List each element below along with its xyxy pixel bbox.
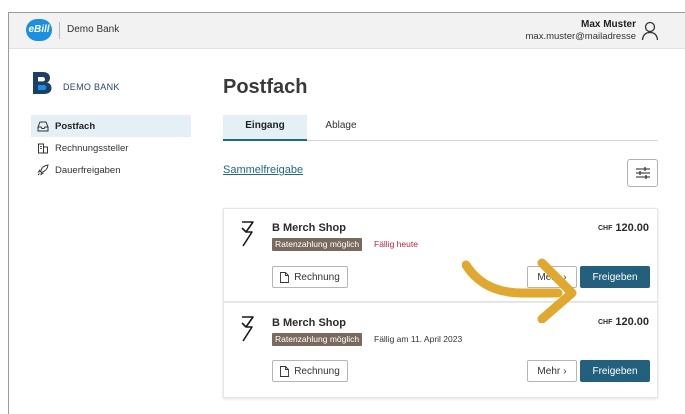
invoice-button[interactable]: Rechnung	[272, 266, 348, 288]
building-icon	[38, 143, 48, 154]
chevron-right-icon: ›	[563, 271, 567, 283]
bill-amount: CHF 120.00	[598, 222, 649, 234]
tab-eingang[interactable]: Eingang	[223, 115, 307, 141]
installment-badge: Ratenzahlung möglich	[272, 333, 363, 346]
sidebar-item-postfach[interactable]: Postfach	[31, 115, 191, 137]
sidebar-item-label: Rechnungssteller	[55, 142, 129, 154]
more-button[interactable]: Mehr ›	[527, 360, 577, 382]
user-email: max.muster@mailadresse	[525, 31, 636, 42]
invoice-button-label: Rechnung	[294, 365, 340, 377]
user-icon[interactable]	[641, 21, 659, 41]
currency: CHF	[597, 225, 613, 232]
top-header: eBill Demo Bank Max Muster max.muster@ma…	[9, 13, 685, 49]
biller-name: B Merch Shop	[272, 222, 346, 234]
bill-amount: CHF 120.00	[598, 316, 649, 328]
invoice-button-label: Rechnung	[294, 271, 340, 283]
document-icon	[280, 271, 290, 283]
installment-badge: Ratenzahlung möglich	[272, 238, 363, 251]
demo-bank-logo-icon	[33, 72, 52, 94]
due-date: Fällig heute	[374, 239, 418, 249]
due-date: Fällig am 11. April 2023	[374, 334, 463, 344]
amount-value: 120.00	[615, 222, 649, 234]
sammelfreigabe-link[interactable]: Sammelfreigabe	[223, 164, 303, 176]
more-button[interactable]: Mehr ›	[527, 266, 577, 288]
header-bank-name: Demo Bank	[67, 24, 120, 35]
invoice-button[interactable]: Rechnung	[272, 360, 348, 382]
amount-value: 120.00	[615, 316, 649, 328]
sidebar-brand-name: DEMO BANK	[63, 82, 120, 92]
rocket-icon	[37, 164, 49, 176]
tab-ablage[interactable]: Ablage	[311, 115, 371, 141]
ebill-logo[interactable]: eBill	[26, 19, 52, 41]
filter-button[interactable]	[627, 159, 658, 187]
approve-button[interactable]: Freigeben	[580, 360, 650, 382]
user-name: Max Muster	[580, 19, 636, 30]
sliders-icon	[635, 167, 650, 179]
bill-card[interactable]: B Merch Shop Ratenzahlung möglich Fällig…	[223, 208, 658, 302]
tab-bar: Eingang Ablage	[223, 115, 658, 141]
biller-logo-icon	[241, 221, 254, 247]
sidebar-item-dauerfreigaben[interactable]: Dauerfreigaben	[31, 159, 191, 181]
app-window: eBill Demo Bank Max Muster max.muster@ma…	[8, 12, 685, 414]
currency: CHF	[597, 319, 613, 326]
approve-button[interactable]: Freigeben	[580, 266, 650, 288]
sidebar-item-label: Dauerfreigaben	[55, 164, 121, 176]
document-icon	[280, 365, 290, 377]
inbox-icon	[37, 121, 49, 132]
header-divider	[59, 22, 60, 39]
more-button-label: Mehr	[537, 365, 561, 377]
page-title: Postfach	[223, 76, 308, 98]
chevron-right-icon: ›	[563, 365, 567, 377]
biller-name: B Merch Shop	[272, 317, 346, 329]
more-button-label: Mehr	[537, 271, 561, 283]
bill-card[interactable]: B Merch Shop Ratenzahlung möglich Fällig…	[223, 302, 658, 398]
biller-logo-icon	[241, 316, 254, 342]
sidebar-item-label: Postfach	[55, 120, 96, 132]
sidebar-item-rechnungssteller[interactable]: Rechnungssteller	[31, 137, 191, 159]
